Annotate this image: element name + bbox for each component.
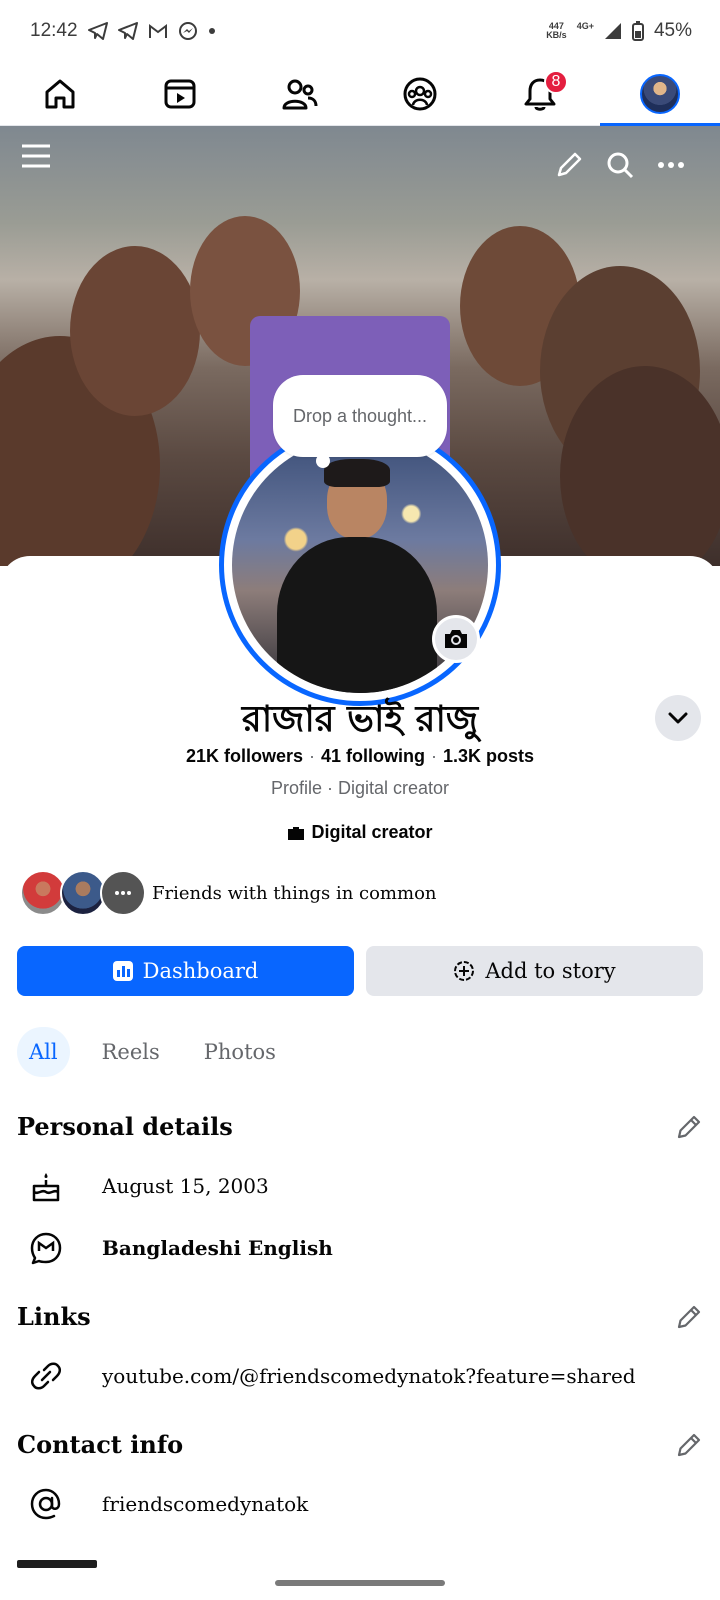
- network-type: 4G+: [576, 21, 594, 31]
- link-row[interactable]: youtube.com/@friendscomedynatok?feature=…: [28, 1358, 636, 1394]
- friends-in-common-label: Friends with things in common: [152, 882, 437, 904]
- tab-all[interactable]: All: [17, 1027, 70, 1077]
- personal-details-title: Personal details: [17, 1112, 233, 1141]
- pencil-icon: [557, 152, 582, 177]
- battery-icon: [631, 21, 644, 41]
- nav-notifications[interactable]: 8: [480, 62, 600, 125]
- thought-bubble-tail: [316, 454, 330, 468]
- birthday-cake-icon: [28, 1168, 64, 1204]
- hamburger-menu-icon: [22, 144, 50, 168]
- profile-name: রাজার ভাই রাজু: [241, 699, 479, 740]
- profile-stats: 21K followers · 41 following · 1.3K posts: [0, 746, 720, 767]
- nav-groups[interactable]: [360, 62, 480, 125]
- add-story-icon: [454, 961, 475, 981]
- profile-category: Digital creator: [0, 822, 720, 843]
- chevron-down-icon: [668, 712, 688, 724]
- followers-count[interactable]: 21K followers: [186, 746, 303, 766]
- tab-reels[interactable]: Reels: [90, 1027, 172, 1077]
- search-button[interactable]: [603, 148, 637, 182]
- more-dots-icon: [658, 162, 684, 168]
- birthday-row: August 15, 2003: [28, 1168, 269, 1204]
- stats-separator: ·: [309, 746, 315, 766]
- at-sign-icon: [28, 1486, 64, 1522]
- more-notifications-dot-icon: [208, 28, 215, 34]
- cover-figure: [70, 246, 200, 416]
- tab-photos[interactable]: Photos: [192, 1027, 288, 1077]
- links-title: Links: [17, 1302, 91, 1331]
- add-to-story-label: Add to story: [485, 959, 616, 983]
- briefcase-icon: [288, 826, 305, 840]
- status-time: 12:42: [30, 20, 78, 41]
- edit-cover-button[interactable]: [552, 148, 586, 182]
- home-indicator[interactable]: [275, 1580, 445, 1586]
- change-profile-photo-button[interactable]: [432, 615, 480, 663]
- signal-icon: [604, 23, 621, 39]
- pencil-icon: [677, 1433, 701, 1457]
- link-url[interactable]: youtube.com/@friendscomedynatok?feature=…: [102, 1364, 636, 1388]
- pencil-icon: [677, 1305, 701, 1329]
- home-icon: [45, 79, 75, 108]
- language-speech-icon: [28, 1230, 64, 1266]
- contact-row: friendscomedynatok: [28, 1486, 308, 1522]
- top-nav: 8: [0, 62, 720, 126]
- edit-links-button[interactable]: [674, 1302, 704, 1332]
- language-value: Bangladeshi English: [102, 1236, 333, 1260]
- pencil-icon: [677, 1115, 701, 1139]
- profile-photo-hair: [324, 459, 390, 487]
- menu-button[interactable]: [16, 136, 56, 176]
- network-speed: 447 KB/s: [546, 22, 567, 40]
- stats-separator: ·: [431, 746, 438, 766]
- contact-username: friendscomedynatok: [102, 1492, 309, 1516]
- nav-profile[interactable]: [600, 62, 720, 126]
- messenger-icon: [178, 22, 197, 40]
- network-speed-unit: KB/s: [546, 30, 567, 40]
- contact-info-title: Contact info: [17, 1430, 184, 1459]
- more-options-button[interactable]: [654, 148, 688, 182]
- profile-photo-shirt: [277, 537, 437, 693]
- profile-subtitle: Profile · Digital creator: [270, 778, 450, 798]
- edit-personal-details-button[interactable]: [674, 1112, 704, 1142]
- video-icon: [164, 79, 196, 108]
- thought-placeholder: Drop a thought...: [292, 405, 428, 426]
- camera-icon: [445, 630, 467, 648]
- language-row: Bangladeshi English: [28, 1230, 333, 1266]
- bar-chart-icon: [112, 961, 133, 981]
- dashboard-label: Dashboard: [142, 959, 259, 983]
- nav-friends[interactable]: [240, 62, 360, 125]
- drop-thought-bubble[interactable]: Drop a thought...: [273, 375, 447, 457]
- edit-contact-info-button[interactable]: [674, 1430, 704, 1460]
- posts-count: 1.3K posts: [443, 746, 535, 766]
- dashboard-button[interactable]: Dashboard: [17, 946, 354, 996]
- notification-badge: 8: [544, 70, 568, 94]
- telegram-icon: [87, 22, 108, 40]
- profile-tabs: All Reels Photos: [17, 1027, 288, 1077]
- link-icon: [28, 1358, 64, 1394]
- search-icon: [607, 152, 634, 179]
- nav-video[interactable]: [120, 62, 240, 125]
- profile-avatar-icon: [640, 73, 680, 114]
- gmail-icon: [148, 24, 167, 38]
- more-dots-icon: [115, 891, 131, 895]
- status-bar: 12:42 447 KB/s 4G+ 45%: [0, 0, 720, 62]
- friend-avatar-more: [100, 870, 146, 916]
- friends-icon: [282, 79, 318, 109]
- category-label: Digital creator: [311, 822, 433, 842]
- birthday-value: August 15, 2003: [102, 1174, 269, 1198]
- add-to-story-button[interactable]: Add to story: [366, 946, 703, 996]
- telegram-icon: [117, 22, 138, 40]
- expand-profile-button[interactable]: [655, 695, 701, 741]
- battery-percent: 45%: [653, 20, 692, 41]
- groups-icon: [403, 77, 437, 110]
- status-notification-icons: [87, 21, 216, 41]
- friends-in-common[interactable]: Friends with things in common: [20, 870, 437, 916]
- nav-home[interactable]: [0, 62, 120, 125]
- following-count[interactable]: 41 following: [321, 746, 425, 766]
- profile-picture[interactable]: [219, 424, 501, 706]
- next-section-title-cutoff: [17, 1560, 97, 1568]
